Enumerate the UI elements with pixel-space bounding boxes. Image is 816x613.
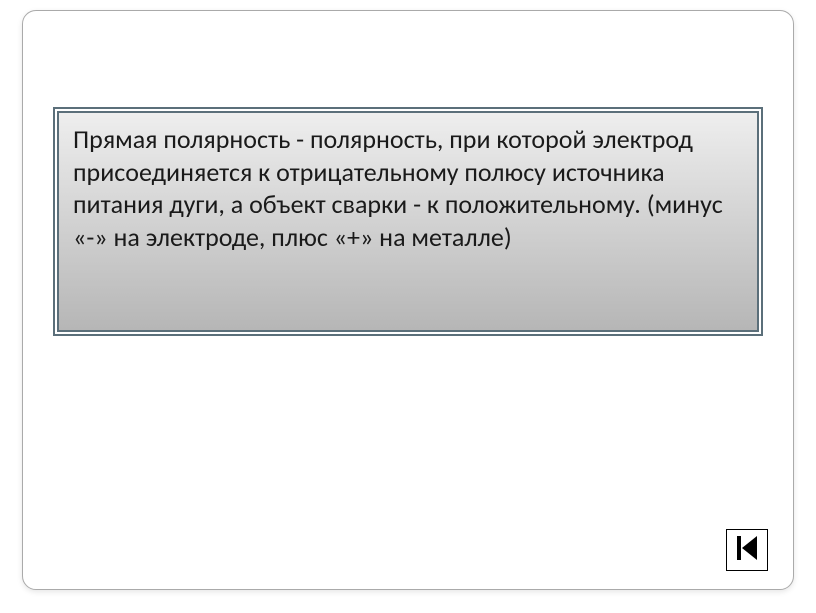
slide-frame: Прямая полярность - полярность, при кото… [22, 10, 794, 590]
previous-skip-icon [735, 533, 759, 568]
previous-button[interactable] [726, 529, 768, 571]
definition-box: Прямая полярность - полярность, при кото… [57, 111, 759, 332]
definition-text: Прямая полярность - полярность, при кото… [73, 123, 743, 253]
